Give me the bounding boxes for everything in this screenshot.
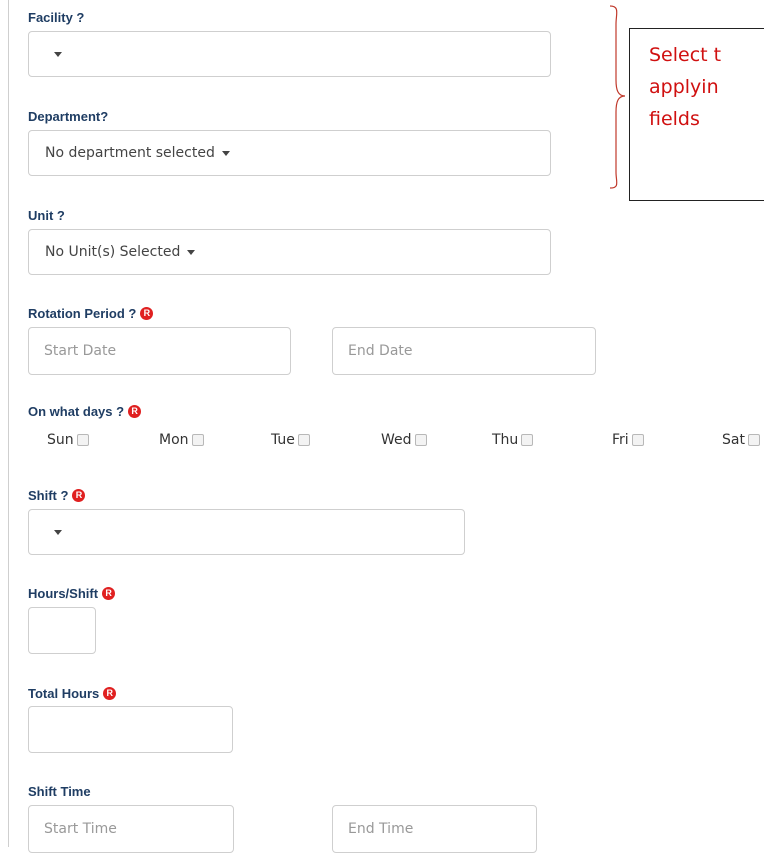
unit-select[interactable]: No Unit(s) Selected [28, 229, 551, 275]
day-fri-checkbox[interactable] [631, 434, 644, 446]
unit-label-text: Unit ? [28, 208, 65, 223]
day-thu-checkbox[interactable] [521, 434, 534, 446]
total-hours-input[interactable] [28, 706, 233, 753]
day-mon-checkbox[interactable] [191, 434, 204, 446]
required-icon: R [102, 587, 116, 600]
shift-time-label-text: Shift Time [28, 784, 91, 799]
caret-down-icon [187, 249, 196, 255]
shift-end-time-input[interactable] [332, 805, 537, 853]
day-sun-label: Sun [47, 432, 74, 448]
required-icon: R [72, 489, 86, 502]
hours-shift-label: Hours/Shift R [28, 586, 116, 601]
day-tue-checkbox[interactable] [297, 434, 310, 446]
facility-label-text: Facility ? [28, 10, 85, 25]
caret-down-icon [54, 51, 62, 57]
day-sat-label: Sat [722, 432, 745, 448]
day-wed-checkbox[interactable] [414, 434, 427, 446]
shift-start-time-input[interactable] [28, 805, 234, 853]
day-fri: Fri [612, 432, 644, 448]
required-icon: R [103, 687, 117, 700]
rotation-period-label: Rotation Period ? R [28, 306, 154, 321]
unit-select-value: No Unit(s) Selected [45, 244, 181, 260]
department-label-text: Department? [28, 109, 109, 124]
caret-down-icon [221, 150, 230, 156]
department-select[interactable]: No department selected [28, 130, 551, 176]
unit-label: Unit ? [28, 208, 65, 223]
curly-brace-icon [609, 5, 626, 189]
shift-label-text: Shift ? [28, 488, 69, 503]
day-sat-checkbox[interactable] [747, 434, 760, 446]
day-thu-label: Thu [492, 432, 519, 448]
rotation-period-label-text: Rotation Period ? [28, 306, 137, 321]
total-hours-label: Total Hours R [28, 686, 117, 701]
rotation-end-date-input[interactable] [332, 327, 596, 375]
department-select-value: No department selected [45, 145, 215, 161]
facility-label: Facility ? [28, 10, 84, 25]
day-tue: Tue [271, 432, 310, 448]
day-tue-label: Tue [271, 432, 295, 448]
rotation-start-date-input[interactable] [28, 327, 291, 375]
shift-label: Shift ? R [28, 488, 86, 503]
annotation-line: Select t [649, 44, 722, 66]
day-sun: Sun [47, 432, 89, 448]
day-sat: Sat [722, 432, 760, 448]
required-icon: R [140, 307, 154, 320]
day-fri-label: Fri [612, 432, 629, 448]
annotation-line: applyin [649, 76, 719, 98]
day-wed: Wed [381, 432, 427, 448]
shift-select[interactable] [28, 509, 465, 555]
day-wed-label: Wed [381, 432, 412, 448]
department-label: Department? [28, 109, 108, 124]
annotation-callout: Select t applyin fields [629, 28, 764, 201]
required-icon: R [128, 405, 142, 418]
hours-per-shift-input[interactable] [28, 607, 96, 654]
day-thu: Thu [492, 432, 534, 448]
day-mon: Mon [159, 432, 204, 448]
facility-select[interactable] [28, 31, 551, 77]
days-label: On what days ? R [28, 404, 142, 419]
day-mon-label: Mon [159, 432, 189, 448]
shift-time-label: Shift Time [28, 784, 91, 799]
day-sun-checkbox[interactable] [76, 434, 89, 446]
annotation-line: fields [649, 108, 700, 130]
total-hours-label-text: Total Hours [28, 686, 100, 701]
caret-down-icon [54, 529, 62, 535]
hours-shift-label-text: Hours/Shift [28, 586, 99, 601]
days-label-text: On what days ? [28, 404, 125, 419]
left-border [8, 0, 9, 847]
